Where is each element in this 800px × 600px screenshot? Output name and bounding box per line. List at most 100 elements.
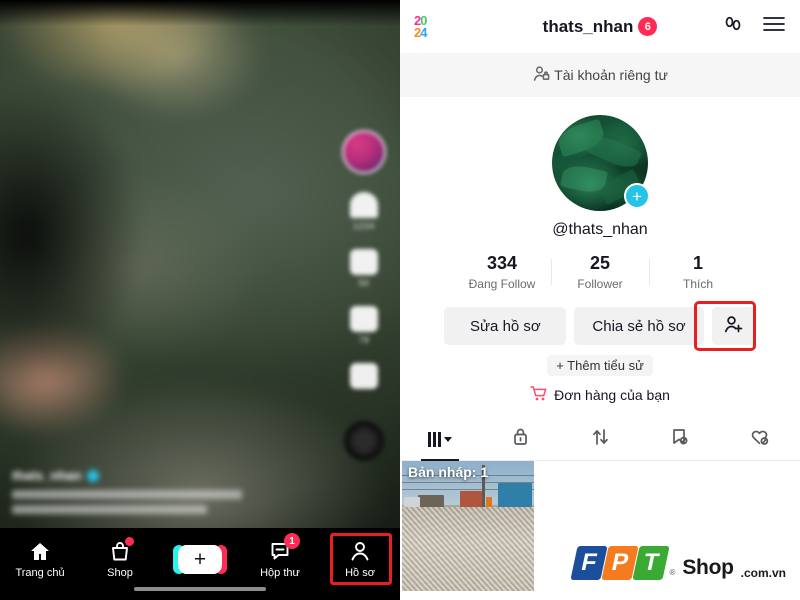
like-count: 1234 xyxy=(352,221,376,231)
verified-badge-icon xyxy=(87,469,100,482)
nav-item-inbox[interactable]: 1 Hộp thư xyxy=(240,533,320,582)
stat-followers[interactable]: 25 Follower xyxy=(551,253,649,291)
caption-text-line xyxy=(12,490,242,499)
tab-liked[interactable] xyxy=(720,419,800,461)
profile-content-tabs[interactable] xyxy=(400,419,800,461)
caption-text-line xyxy=(12,505,207,514)
nav-label-home: Trang chủ xyxy=(15,567,65,579)
hamburger-menu-icon[interactable] xyxy=(762,15,786,38)
bookmark-action[interactable] xyxy=(350,363,378,389)
video-action-rail[interactable]: 1234 56 78 xyxy=(342,130,386,461)
fpt-letter-marks: F P T ® xyxy=(570,546,676,580)
draft-label: Bản nháp: 1 xyxy=(408,464,489,480)
shop-notification-dot xyxy=(125,537,134,546)
profile-handle: @thats_nhan xyxy=(552,221,648,238)
shopping-bag-icon xyxy=(107,537,134,563)
comment-count: 56 xyxy=(358,278,370,288)
share-count: 78 xyxy=(358,335,370,345)
person-lock-icon xyxy=(532,65,550,86)
stat-following[interactable]: 334 Đang Follow xyxy=(453,253,551,291)
lock-private-icon xyxy=(510,426,531,453)
edit-profile-button[interactable]: Sửa hồ sơ xyxy=(444,307,567,345)
draft-person xyxy=(486,497,492,507)
chevron-down-icon xyxy=(443,437,452,442)
tab-posts-grid[interactable] xyxy=(400,419,480,461)
person-icon xyxy=(347,539,373,563)
stat-likes[interactable]: 1 Thích xyxy=(649,253,747,291)
grid-posts-icon xyxy=(428,432,441,447)
caption-username: thats_nhan xyxy=(12,468,82,483)
comment-action[interactable]: 56 xyxy=(350,249,378,288)
create-plus-glyph: + xyxy=(178,544,222,574)
add-user-icon xyxy=(723,314,745,339)
draft-building xyxy=(460,491,482,507)
fpt-letter-t: T xyxy=(632,546,671,580)
caption-username-row[interactable]: thats_nhan xyxy=(12,468,262,483)
fpt-shop-text: Shop xyxy=(682,556,734,579)
private-account-text: Tài khoản riêng tư xyxy=(554,67,668,83)
profile-content-area: Bản nháp: 1 F P T ® Shop .com.vn xyxy=(400,461,800,600)
registered-mark: ® xyxy=(669,567,676,577)
username-count-badge: 6 xyxy=(638,17,658,36)
comment-icon xyxy=(350,249,378,275)
create-plus-icon[interactable]: + xyxy=(173,544,227,574)
profile-stats: 334 Đang Follow 25 Follower 1 Thích xyxy=(400,253,800,291)
draft-video-thumbnail[interactable]: Bản nháp: 1 xyxy=(402,461,534,591)
video-feed-panel[interactable]: 1234 56 78 thats_nhan Trang chủ Shop + 1… xyxy=(0,0,400,600)
stat-label: Đang Follow xyxy=(468,277,536,291)
heart-icon xyxy=(350,192,378,218)
share-icon xyxy=(350,306,378,332)
profile-avatar-wrapper[interactable]: + xyxy=(552,115,650,211)
add-user-button[interactable] xyxy=(711,307,756,345)
nav-item-shop[interactable]: Shop xyxy=(80,536,160,582)
tab-favorites[interactable] xyxy=(640,419,720,461)
stat-value: 334 xyxy=(486,253,518,273)
inbox-badge: 1 xyxy=(284,533,300,549)
bookmark-off-icon xyxy=(669,426,691,453)
fpt-shop-watermark: F P T ® Shop .com.vn xyxy=(570,546,786,580)
profile-action-buttons: Sửa hồ sơ Chia sẻ hồ sơ xyxy=(400,301,800,351)
profile-page-panel: 2 0 2 4 thats_nhan 6 Tài khoản riêng tư … xyxy=(400,0,800,600)
nav-label-profile: Hồ sơ xyxy=(345,567,375,579)
nav-label-inbox: Hộp thư xyxy=(260,567,300,579)
creator-avatar[interactable] xyxy=(342,130,386,174)
add-bio-button[interactable]: + Thêm tiểu sử xyxy=(547,355,653,376)
heart-off-icon xyxy=(749,426,771,453)
draft-ground xyxy=(402,507,534,591)
video-top-fade xyxy=(0,0,400,26)
private-account-banner: Tài khoản riêng tư xyxy=(400,53,800,97)
nav-item-home[interactable]: Trang chủ xyxy=(0,536,80,582)
shopping-cart-icon xyxy=(530,385,548,405)
header-actions[interactable] xyxy=(722,13,786,40)
fpt-tld-text: .com.vn xyxy=(740,566,786,580)
bookmark-icon xyxy=(350,363,378,389)
video-caption: thats_nhan xyxy=(12,468,262,514)
stat-value: 25 xyxy=(589,253,611,273)
nav-item-profile[interactable]: Hồ sơ xyxy=(320,536,400,582)
avatar-add-icon[interactable]: + xyxy=(624,183,650,209)
repost-arrows-icon xyxy=(590,426,611,453)
your-orders-text: Đơn hàng của bạn xyxy=(554,387,670,403)
stat-value: 1 xyxy=(692,253,703,273)
like-action[interactable]: 1234 xyxy=(350,192,378,231)
tab-reposts[interactable] xyxy=(560,419,640,461)
bottom-navigation-bar[interactable]: Trang chủ Shop + 1 Hộp thư Hồ sơ xyxy=(0,528,400,600)
your-orders-link[interactable]: Đơn hàng của bạn xyxy=(400,385,800,405)
profile-header: 2 0 2 4 thats_nhan 6 xyxy=(400,0,800,53)
inbox-message-icon: 1 xyxy=(267,533,300,563)
tab-private[interactable] xyxy=(480,419,560,461)
nav-label-shop: Shop xyxy=(107,567,133,579)
stat-label: Follower xyxy=(577,277,623,291)
footprint-icon[interactable] xyxy=(722,13,744,40)
nav-item-create[interactable]: + xyxy=(160,536,240,582)
username-text: thats_nhan xyxy=(542,16,634,36)
music-disc-icon[interactable] xyxy=(344,421,384,461)
share-action[interactable]: 78 xyxy=(350,306,378,345)
app-screenshot: 1234 56 78 thats_nhan Trang chủ Shop + 1… xyxy=(0,0,800,600)
draft-building xyxy=(418,495,444,507)
share-profile-button[interactable]: Chia sẻ hồ sơ xyxy=(574,307,704,345)
home-indicator xyxy=(134,587,266,591)
draft-building xyxy=(498,483,532,507)
stat-label: Thích xyxy=(682,277,713,291)
avatar-leaf xyxy=(585,131,643,173)
